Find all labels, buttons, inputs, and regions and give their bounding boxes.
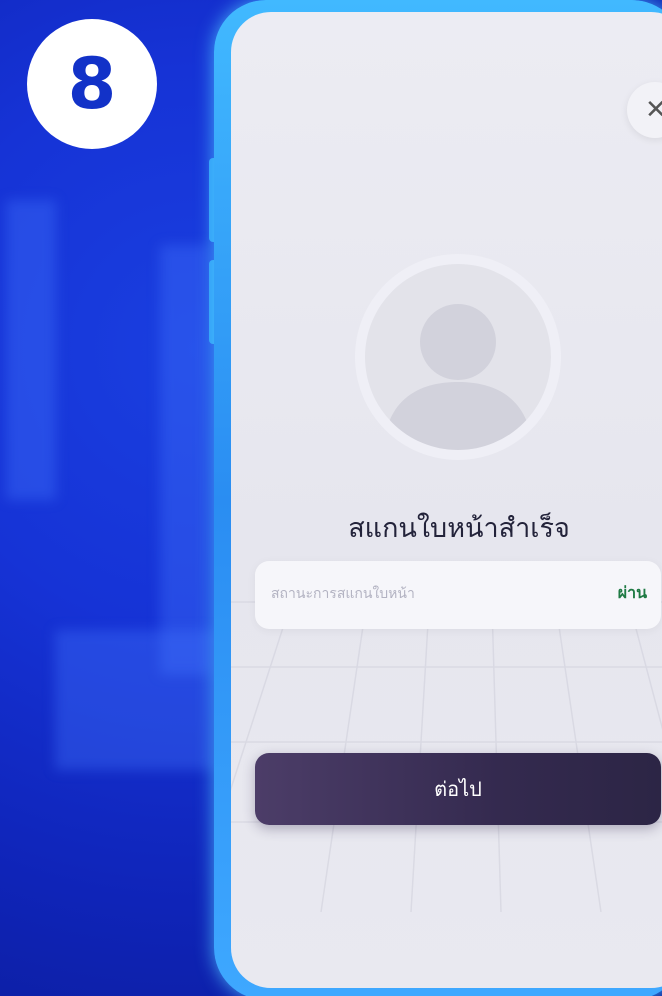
status-label: สถานะการสแกนใบหน้า bbox=[271, 586, 415, 602]
avatar bbox=[365, 264, 551, 450]
close-button[interactable]: ✕ bbox=[627, 82, 662, 138]
step-number: 8 bbox=[67, 43, 117, 125]
background-shape bbox=[55, 630, 215, 770]
close-icon: ✕ bbox=[645, 95, 662, 125]
step-number-badge: 8 bbox=[27, 19, 157, 149]
next-button-label: ต่อไป bbox=[434, 777, 482, 801]
dialog-title: สแกนใบหน้าสำเร็จ bbox=[348, 513, 570, 544]
status-value: ผ่าน bbox=[617, 583, 647, 602]
phone-screen: ✕ สแกนใบหน้าสำเร็จ สถานะการสแกนใบหน้า ผ่… bbox=[231, 12, 662, 988]
scan-status-card: สถานะการสแกนใบหน้า ผ่าน bbox=[255, 561, 661, 629]
background-shape bbox=[160, 245, 210, 675]
next-button[interactable]: ต่อไป bbox=[255, 753, 661, 825]
background-shape bbox=[6, 200, 56, 500]
user-silhouette-icon bbox=[383, 304, 533, 450]
